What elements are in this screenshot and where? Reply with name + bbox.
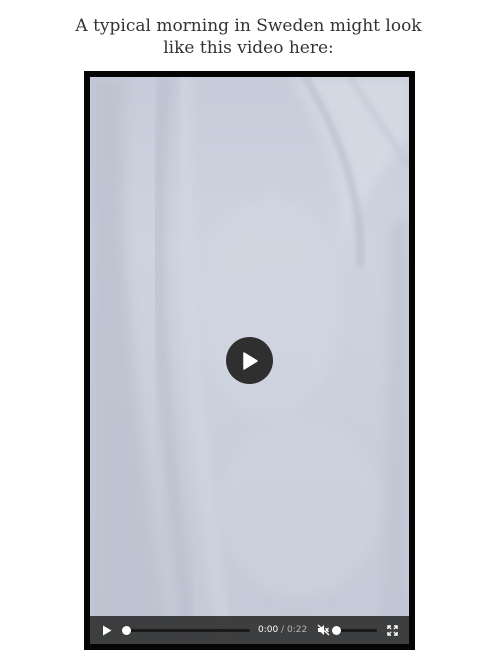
time-separator: / bbox=[281, 625, 285, 635]
video-controls: 0:00 / 0:22 bbox=[90, 616, 409, 644]
play-icon bbox=[103, 625, 112, 635]
video-frame: 0:00 / 0:22 bbox=[84, 71, 415, 650]
current-time: 0:00 bbox=[258, 625, 279, 635]
page-caption: A typical morning in Sweden might look l… bbox=[75, 16, 422, 58]
volume-handle[interactable] bbox=[332, 626, 341, 635]
play-icon bbox=[242, 351, 258, 370]
volume-slider[interactable] bbox=[332, 626, 377, 635]
mute-button[interactable] bbox=[314, 621, 332, 639]
fullscreen-icon bbox=[386, 624, 398, 636]
fullscreen-button[interactable] bbox=[383, 621, 401, 639]
video-player[interactable]: 0:00 / 0:22 bbox=[90, 77, 409, 644]
big-play-button[interactable] bbox=[226, 337, 273, 384]
progress-bar[interactable] bbox=[122, 626, 250, 635]
duration: 0:22 bbox=[287, 625, 308, 635]
progress-handle[interactable] bbox=[122, 626, 131, 635]
volume-muted-icon bbox=[317, 624, 329, 636]
play-button[interactable] bbox=[98, 621, 116, 639]
